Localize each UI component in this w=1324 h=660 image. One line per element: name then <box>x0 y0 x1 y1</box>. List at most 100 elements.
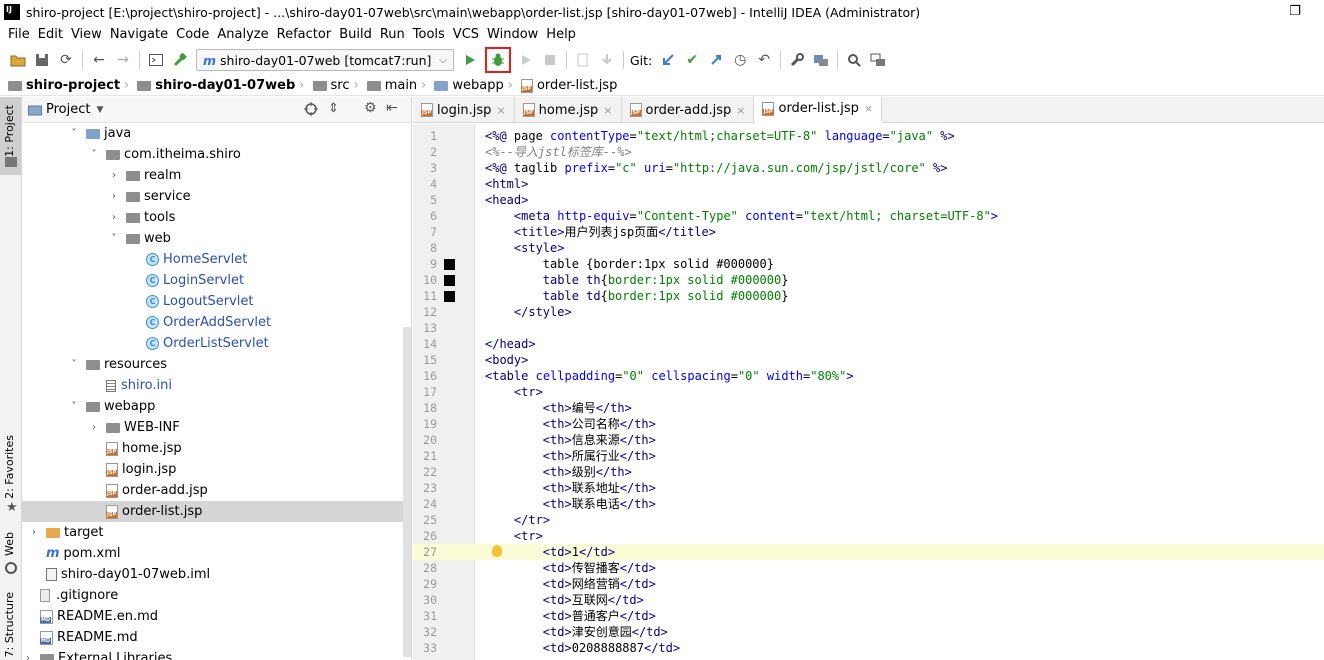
tree-item[interactable]: C LoginServlet <box>22 270 411 291</box>
tree-item[interactable]: order-add.jsp <box>22 480 411 501</box>
code-line[interactable]: 29 <td>网络营销</td> <box>413 576 1324 592</box>
code-line[interactable]: 7 <title>用户列表jsp页面</title> <box>413 224 1324 240</box>
git-push-button[interactable] <box>707 51 725 69</box>
code-line[interactable]: 22 <th>级别</th> <box>413 464 1324 480</box>
tool-tab-structure[interactable]: 7: Structure <box>3 592 16 657</box>
menu-edit[interactable]: Edit <box>34 27 67 42</box>
code-line[interactable]: 19 <th>公司名称</th> <box>413 416 1324 432</box>
git-history-button[interactable]: ◷ <box>731 51 749 69</box>
code-line[interactable]: 26 <tr> <box>413 528 1324 544</box>
editor-tab-order-add[interactable]: order-add.jsp × <box>622 97 755 123</box>
chevron-down-icon[interactable]: ▼ <box>96 105 103 115</box>
breadcrumb-item-file[interactable]: order-list.jsp <box>520 78 617 93</box>
tree-item[interactable]: › External Libraries <box>22 648 411 660</box>
code-line[interactable]: 10 table th{border:1px solid #000000} <box>413 272 1324 288</box>
code-line[interactable]: 3 <%@ taglib prefix="c" uri="http://java.… <box>413 160 1324 176</box>
tree-item[interactable]: README.en.md <box>22 606 411 627</box>
code-line[interactable]: 12 </style> <box>413 304 1324 320</box>
debug-button[interactable] <box>484 47 511 73</box>
restore-window-button[interactable]: ❐ <box>1282 2 1308 22</box>
tree-item[interactable]: shiro.ini <box>22 375 411 396</box>
gear-icon[interactable]: ⚙ <box>364 100 377 116</box>
editor-tab-login[interactable]: login.jsp × <box>413 97 515 123</box>
menu-tools[interactable]: Tools <box>409 27 449 42</box>
tree-item[interactable]: › service <box>22 186 411 207</box>
close-tab-icon[interactable]: × <box>496 104 505 117</box>
expanded-arrow-icon[interactable]: ˅ <box>68 128 80 139</box>
code-line[interactable]: 1 <%@ page contentType="text/html;charset… <box>413 128 1324 144</box>
tree-item[interactable]: › tools <box>22 207 411 228</box>
breadcrumb-item-module[interactable]: shiro-day01-07web › <box>137 78 308 93</box>
code-line[interactable]: 20 <th>信息来源</th> <box>413 432 1324 448</box>
project-panel-title[interactable]: Project <box>46 102 90 117</box>
run-config-select[interactable]: m shiro-day01-07web [tomcat7:run] ⌵ <box>196 49 454 71</box>
menu-code[interactable]: Code <box>172 27 213 42</box>
editor-tab-order-list[interactable]: order-list.jsp × <box>754 97 883 123</box>
sync-button[interactable]: ⟳ <box>57 51 75 69</box>
tree-item[interactable]: m pom.xml <box>22 543 411 564</box>
expanded-arrow-icon[interactable]: ˅ <box>88 149 100 160</box>
run-button[interactable] <box>461 51 479 69</box>
tree-item[interactable]: › realm <box>22 165 411 186</box>
close-tab-icon[interactable]: × <box>864 102 873 115</box>
tree-item[interactable]: C OrderAddServlet <box>22 312 411 333</box>
build-button[interactable] <box>171 51 189 69</box>
code-line[interactable]: 32 <td>津安创意园</td> <box>413 624 1324 640</box>
tree-item[interactable]: › target <box>22 522 411 543</box>
code-line[interactable]: 25 </tr> <box>413 512 1324 528</box>
expanded-arrow-icon[interactable]: ˅ <box>108 233 120 244</box>
git-commit-button[interactable]: ✔ <box>683 51 701 69</box>
collapsed-arrow-icon[interactable]: › <box>108 170 120 181</box>
stop-button[interactable] <box>541 51 559 69</box>
code-line[interactable]: 15 <body> <box>413 352 1324 368</box>
back-button[interactable]: ← <box>90 51 108 69</box>
search-everywhere-button[interactable] <box>845 51 863 69</box>
tree-item[interactable]: ˅ webapp <box>22 396 411 417</box>
code-line[interactable]: 6 <meta http-equiv="Content-Type" conten… <box>413 208 1324 224</box>
collapse-all-icon[interactable]: ⇕ <box>328 101 339 116</box>
code-editor[interactable]: 1 <%@ page contentType="text/html;charset… <box>413 124 1324 660</box>
collapsed-arrow-icon[interactable]: › <box>88 422 100 433</box>
code-line[interactable]: 14 </head> <box>413 336 1324 352</box>
settings-button[interactable] <box>788 51 806 69</box>
code-line[interactable]: 18 <th>编号</th> <box>413 400 1324 416</box>
code-line[interactable]: 21 <th>所属行业</th> <box>413 448 1324 464</box>
collapsed-arrow-icon[interactable]: › <box>108 212 120 223</box>
code-line[interactable]: 11 table td{border:1px solid #000000} <box>413 288 1324 304</box>
tree-item[interactable]: shiro-day01-07web.iml <box>22 564 411 585</box>
color-preview-icon[interactable] <box>444 291 455 302</box>
color-preview-icon[interactable] <box>444 275 455 286</box>
terminal-button[interactable] <box>147 51 165 69</box>
expanded-arrow-icon[interactable]: ˅ <box>68 359 80 370</box>
tree-item[interactable]: C HomeServlet <box>22 249 411 270</box>
close-tab-icon[interactable]: × <box>736 104 745 117</box>
run-with-coverage-button[interactable] <box>517 51 535 69</box>
tree-item[interactable]: README.md <box>22 627 411 648</box>
code-line[interactable]: 5 <head> <box>413 192 1324 208</box>
tree-item[interactable]: order-list.jsp <box>22 501 411 522</box>
tree-item[interactable]: ˅ resources <box>22 354 411 375</box>
tool-tab-web[interactable]: Web <box>3 532 16 556</box>
tree-item[interactable]: home.jsp <box>22 438 411 459</box>
menu-vcs[interactable]: VCS <box>449 27 483 42</box>
tool-tab-favorites[interactable]: 2: Favorites <box>3 435 16 499</box>
tasks-button[interactable] <box>869 51 887 69</box>
code-line[interactable]: 31 <td>普通客户</td> <box>413 608 1324 624</box>
menu-build[interactable]: Build <box>335 27 376 42</box>
code-line[interactable]: 9 table {border:1px solid #000000} <box>413 256 1324 272</box>
code-line[interactable]: 4 <html> <box>413 176 1324 192</box>
editor-tab-home[interactable]: home.jsp × <box>515 97 622 123</box>
code-line[interactable]: 30 <td>互联网</td> <box>413 592 1324 608</box>
code-line[interactable]: 27 <td>1</td> <box>413 544 1324 560</box>
code-line[interactable]: 8 <style> <box>413 240 1324 256</box>
expanded-arrow-icon[interactable]: ˅ <box>68 401 80 412</box>
tree-item[interactable]: .gitignore <box>22 585 411 606</box>
menu-file[interactable]: File <box>4 27 34 42</box>
code-line[interactable]: 13 <box>413 320 1324 336</box>
collapsed-arrow-icon[interactable]: › <box>108 191 120 202</box>
code-line[interactable]: 33 <td>0208888887</td> <box>413 640 1324 656</box>
breadcrumb-item-webapp[interactable]: webapp › <box>434 78 517 93</box>
save-all-button[interactable] <box>33 51 51 69</box>
deploy-button[interactable] <box>598 51 616 69</box>
tree-item[interactable]: login.jsp <box>22 459 411 480</box>
